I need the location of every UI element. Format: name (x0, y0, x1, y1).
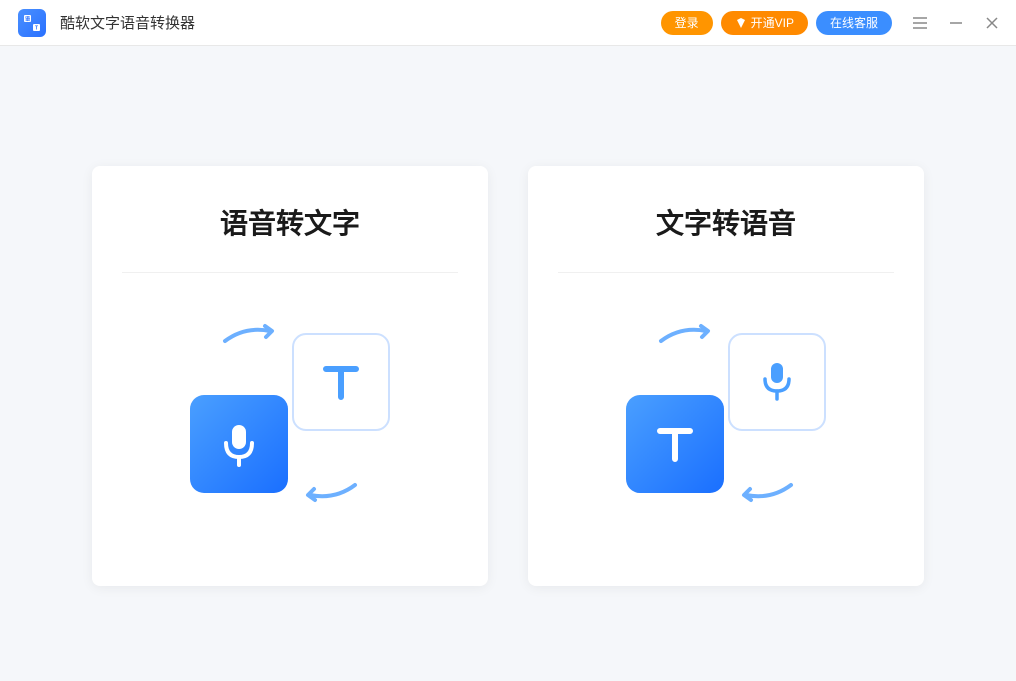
main-content: 语音转文字 (0, 46, 1016, 586)
svg-text:语: 语 (25, 15, 30, 22)
card-title-speech-to-text: 语音转文字 (122, 202, 458, 273)
arrow-left-icon (300, 475, 360, 505)
vip-button[interactable]: 开通VIP (721, 11, 808, 35)
service-label: 在线客服 (830, 14, 878, 31)
close-icon (984, 15, 1000, 31)
menu-icon (911, 14, 929, 32)
minimize-icon (948, 15, 964, 31)
close-button[interactable] (980, 11, 1004, 35)
speech-to-text-card[interactable]: 语音转文字 (92, 166, 488, 586)
service-button[interactable]: 在线客服 (816, 11, 892, 35)
microphone-box-icon (190, 395, 288, 493)
app-logo-icon: 语 T (18, 9, 46, 37)
arrow-left-icon (736, 475, 796, 505)
arrow-right-icon (220, 321, 280, 351)
text-to-speech-card[interactable]: 文字转语音 (528, 166, 924, 586)
text-box-icon (292, 333, 390, 431)
diamond-icon (735, 17, 747, 29)
menu-button[interactable] (908, 11, 932, 35)
card-icon-area (122, 273, 458, 553)
titlebar: 语 T 酷软文字语音转换器 登录 开通VIP 在线客服 (0, 0, 1016, 46)
arrow-right-icon (656, 321, 716, 351)
svg-text:T: T (35, 25, 38, 31)
app-title: 酷软文字语音转换器 (60, 12, 195, 33)
vip-label: 开通VIP (751, 14, 794, 31)
login-label: 登录 (675, 14, 699, 31)
minimize-button[interactable] (944, 11, 968, 35)
login-button[interactable]: 登录 (661, 11, 713, 35)
card-title-text-to-speech: 文字转语音 (558, 202, 894, 273)
microphone-box-icon (728, 333, 826, 431)
text-box-icon (626, 395, 724, 493)
card-icon-area (558, 273, 894, 553)
